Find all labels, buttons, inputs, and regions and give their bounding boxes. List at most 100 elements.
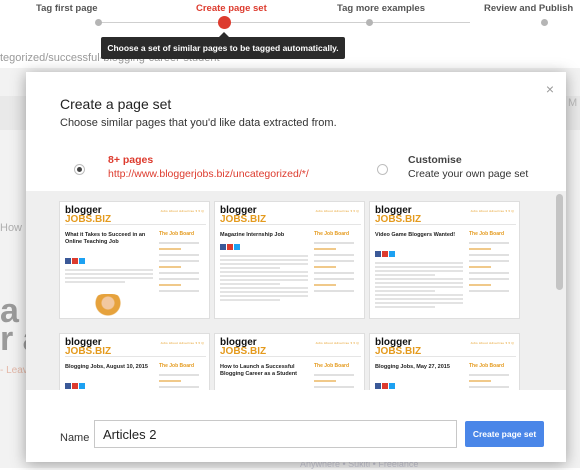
step-create-page-set[interactable]: Create page set <box>196 3 267 14</box>
name-input[interactable] <box>94 420 457 448</box>
thumbnail-sidebar-line <box>314 242 354 244</box>
page-thumbnail[interactable]: blogger JOBS.BIZ Jobs About Advertise ▾ ▾ … <box>369 201 520 319</box>
thumbnail-nav: Jobs About Advertise ▾ ▾ Q <box>160 341 204 345</box>
thumbnail-sidebar-line <box>314 248 336 250</box>
thumbnail-logo: blogger JOBS.BIZ <box>375 337 422 357</box>
thumbnail-sidebar-title: The Job Board <box>159 231 195 237</box>
thumbnail-headline: Magazine Internship Job <box>220 232 285 238</box>
thumbnail-sidebar-line <box>469 248 491 250</box>
thumbnail-divider <box>65 224 206 225</box>
thumbnail-sidebar-line <box>314 266 336 268</box>
page-thumbnail[interactable]: blogger JOBS.BIZ Jobs About Advertise ▾ ▾ … <box>214 333 365 390</box>
thumbnail-text-line <box>220 279 308 281</box>
thumbnail-logo: blogger JOBS.BIZ <box>375 205 422 225</box>
thumbnail-sidebar-line <box>159 278 199 280</box>
thumbnail-sidebar-line <box>159 254 199 256</box>
thumbnail-logo: blogger JOBS.BIZ <box>65 205 112 225</box>
thumbnail-text-line <box>220 299 280 301</box>
thumbnail-share-icon <box>389 383 395 389</box>
thumbnail-logo: blogger JOBS.BIZ <box>220 205 267 225</box>
radio-customise-option[interactable] <box>377 164 388 175</box>
customise-option-sublabel: Create your own page set <box>408 168 529 180</box>
thumbnail-sidebar-line <box>314 380 336 382</box>
thumbnail-sidebar-line <box>314 284 336 286</box>
thumbnail-text-line <box>65 277 153 279</box>
thumbnail-text-line <box>375 298 463 300</box>
thumbnail-share-icon <box>389 251 395 257</box>
thumbnail-sidebar-line <box>314 386 354 388</box>
step-review-publish[interactable]: Review and Publish <box>484 3 573 14</box>
thumbnail-text-line <box>220 271 308 273</box>
thumbnail-share-icon <box>72 383 78 389</box>
thumbnail-text-line <box>220 275 308 277</box>
page-thumbnail[interactable]: blogger JOBS.BIZ Jobs About Advertise ▾ ▾ … <box>369 333 520 390</box>
page-thumbnail[interactable]: blogger JOBS.BIZ Jobs About Advertise ▾ ▾ … <box>59 333 210 390</box>
thumbnail-share-icon <box>65 258 71 264</box>
wizard-stepper: Tag first page Create page set Tag more … <box>0 0 580 30</box>
thumbnail-sidebar-line <box>469 254 509 256</box>
thumbnail-divider <box>220 356 361 357</box>
step-dot-4 <box>541 19 548 26</box>
thumbnail-text-line <box>220 263 308 265</box>
thumbnail-share-icon <box>234 244 240 250</box>
step-tag-more-examples[interactable]: Tag more examples <box>337 3 425 14</box>
thumbnail-logo: blogger JOBS.BIZ <box>65 337 112 357</box>
thumbnail-sidebar-line <box>314 260 354 262</box>
pages-option-label[interactable]: 8+ pages <box>108 154 153 166</box>
thumbnail-text-line <box>220 259 308 261</box>
thumbnail-sidebar-line <box>469 266 491 268</box>
thumbnail-sidebar-line <box>159 374 199 376</box>
thumbnail-sidebar-line <box>469 284 491 286</box>
dialog-footer: Name Create page set <box>26 390 566 462</box>
thumbnail-sidebar-line <box>314 374 354 376</box>
thumbnail-text-line <box>220 291 308 293</box>
create-page-set-button[interactable]: Create page set <box>465 421 544 447</box>
thumbnail-share-icon <box>79 258 85 264</box>
thumbnail-sidebar-title: The Job Board <box>159 363 195 369</box>
thumbnail-sidebar-line <box>469 290 509 292</box>
thumbnail-share-icon <box>382 251 388 257</box>
thumbnail-text-line <box>65 281 125 283</box>
step-dot-2-active <box>218 16 231 29</box>
thumbnail-logo: blogger JOBS.BIZ <box>220 337 267 357</box>
thumbnail-headline: Blogging Jobs, May 27, 2015 <box>375 364 450 370</box>
thumbnail-sidebar-line <box>159 242 199 244</box>
radio-pages-option[interactable] <box>74 164 85 175</box>
thumbnail-sidebar-line <box>314 278 354 280</box>
thumbnail-divider <box>375 356 516 357</box>
thumbnail-text-line <box>375 266 463 268</box>
thumbnail-text-line <box>375 290 435 292</box>
stepper-line <box>98 22 470 23</box>
thumbnail-sidebar-line <box>314 290 354 292</box>
customise-option-label[interactable]: Customise <box>408 154 462 166</box>
thumbnail-headline: What it Takes to Succeed in an Online Te… <box>65 232 146 245</box>
thumbnail-share-icon <box>79 383 85 389</box>
thumbnail-sidebar-line <box>469 386 509 388</box>
thumbnail-share-icon <box>382 383 388 389</box>
step-tag-first-page[interactable]: Tag first page <box>36 3 98 14</box>
thumbnail-text-line <box>375 278 463 280</box>
page-thumbnails-grid: blogger JOBS.BIZ Jobs About Advertise ▾ ▾ … <box>26 191 566 390</box>
thumbnails-scrollbar[interactable] <box>556 194 563 290</box>
thumbnail-share-icon <box>375 251 381 257</box>
dialog-subtitle: Choose similar pages that you'd like dat… <box>60 117 337 129</box>
background-how-text: How <box>0 222 23 234</box>
thumbnail-share-icon <box>375 383 381 389</box>
page-thumbnail[interactable]: blogger JOBS.BIZ Jobs About Advertise ▾ ▾ … <box>59 201 210 319</box>
thumbnail-sidebar-line <box>469 260 509 262</box>
thumbnail-text-line <box>375 262 463 264</box>
thumbnail-text-line <box>375 286 463 288</box>
thumbnail-text-line <box>65 273 153 275</box>
thumbnail-headline: Video Game Bloggers Wanted! <box>375 232 456 238</box>
thumbnail-nav: Jobs About Advertise ▾ ▾ Q <box>470 209 514 213</box>
thumbnail-text-line <box>375 274 435 276</box>
thumbnail-sidebar-line <box>314 254 354 256</box>
thumbnail-headline: Blogging Jobs, August 10, 2015 <box>65 364 148 370</box>
thumbnail-sidebar-title: The Job Board <box>314 231 350 237</box>
thumbnail-sidebar-line <box>314 272 354 274</box>
thumbnail-sidebar-line <box>469 278 509 280</box>
thumbnail-sidebar-line <box>159 386 199 388</box>
step-dot-3 <box>366 19 373 26</box>
close-icon[interactable]: × <box>546 81 554 97</box>
page-thumbnail[interactable]: blogger JOBS.BIZ Jobs About Advertise ▾ ▾ … <box>214 201 365 319</box>
